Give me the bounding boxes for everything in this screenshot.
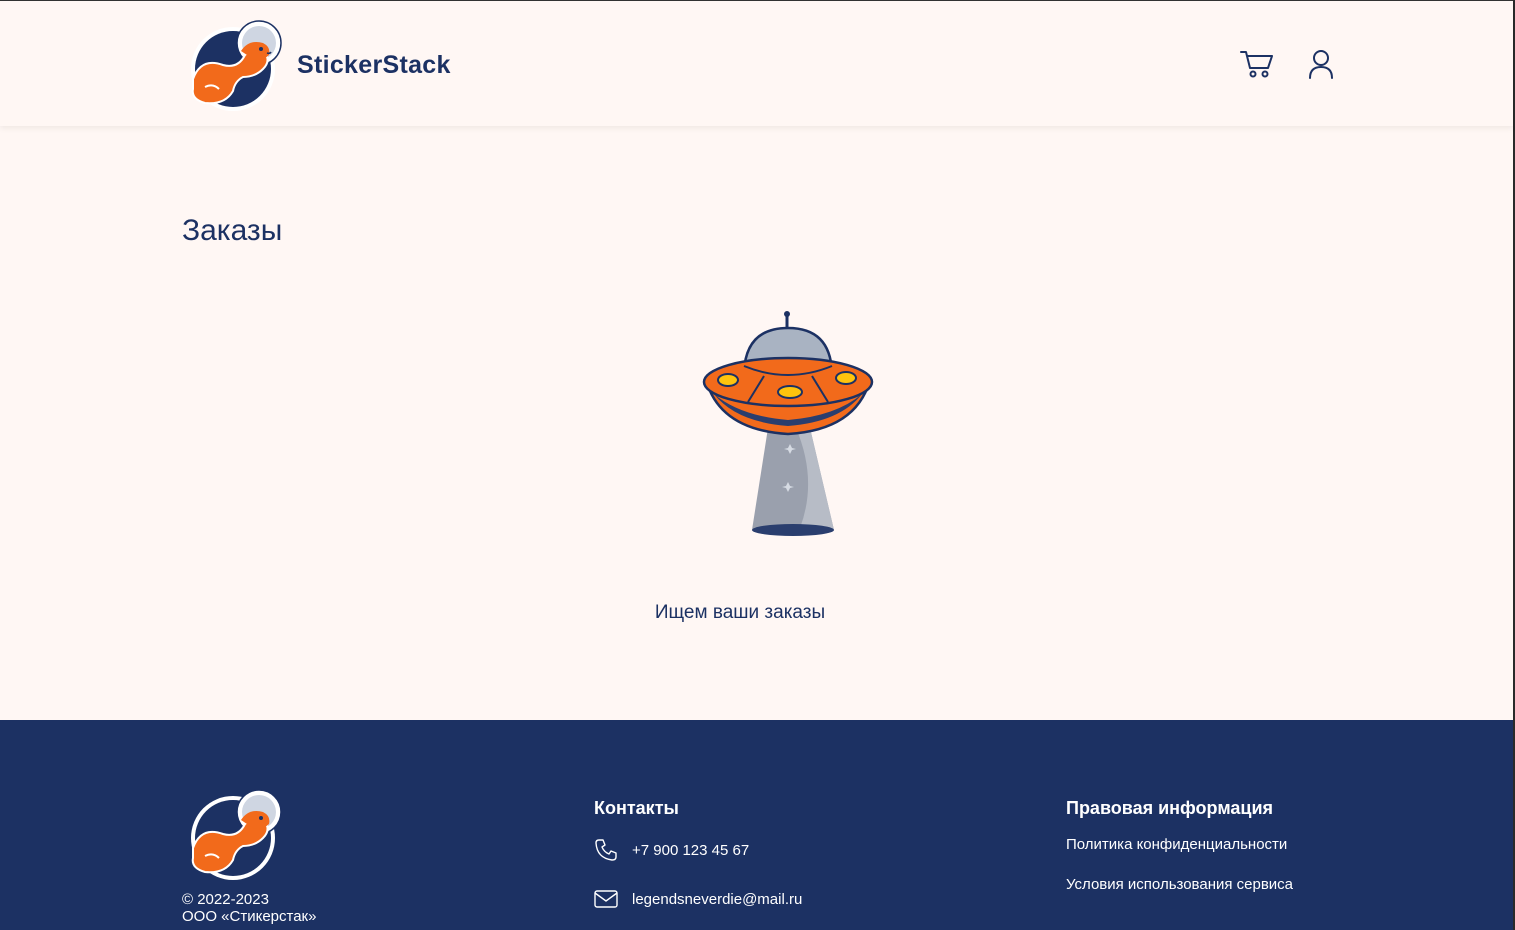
copyright: © 2022-2023 ООО «Стикерстак» [182,891,316,925]
cart-button[interactable] [1239,47,1275,81]
email-address: legendsneverdie@mail.ru [632,890,803,908]
logo-link[interactable]: StickerStack [183,17,451,113]
ufo-illustration [702,311,874,536]
footer-logo-icon[interactable] [183,786,287,882]
privacy-policy-link[interactable]: Политика конфиденциальности [1066,836,1287,853]
terms-of-service-link[interactable]: Условия использования сервиса [1066,876,1293,893]
site-footer: © 2022-2023 ООО «Стикерстак» Контакты +7… [0,720,1513,930]
company-name: ООО «Стикерстак» [182,908,317,925]
phone-number: +7 900 123 45 67 [632,841,750,859]
phone-icon [594,838,620,862]
logo-icon [191,20,282,111]
page-title: Заказы [182,214,283,247]
cart-icon [1240,51,1273,78]
brand-name: StickerStack [297,50,451,79]
mail-icon [594,887,620,911]
empty-orders-message: Ищем ваши заказы [654,602,826,623]
user-icon [1309,50,1333,79]
site-header: StickerStack [0,1,1513,126]
copyright-years: © 2022-2023 [182,891,269,908]
contacts-heading: Контакты [594,798,679,818]
email-link[interactable]: legendsneverdie@mail.ru [594,887,802,911]
profile-button[interactable] [1303,47,1339,81]
legal-heading: Правовая информация [1066,798,1274,818]
phone-link[interactable]: +7 900 123 45 67 [594,838,749,862]
